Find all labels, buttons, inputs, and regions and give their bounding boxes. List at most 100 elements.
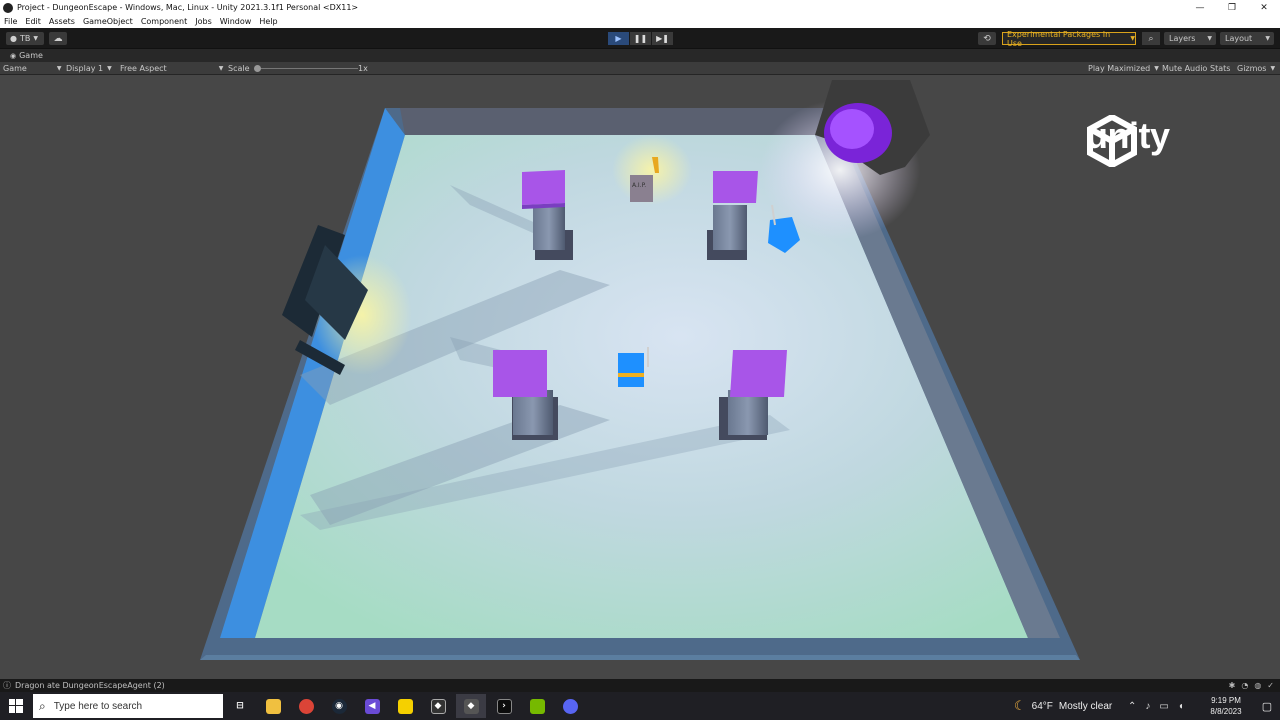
taskbar-search-input[interactable]	[53, 700, 204, 712]
chevron-down-icon: ▼	[218, 65, 224, 72]
menu-component[interactable]: Component	[141, 17, 187, 26]
task-view-icon: ⊟	[236, 701, 244, 711]
unity-editor-button[interactable]: ◆	[456, 694, 486, 718]
menu-jobs[interactable]: Jobs	[195, 17, 212, 26]
sign-text: A.I.P.	[632, 182, 647, 189]
status-bar: ⓘ Dragon ate DungeonEscapeAgent (2) ✱ ◔ …	[0, 679, 1280, 692]
window-controls: — ❐ ✕	[1184, 0, 1280, 15]
progress-icon[interactable]: ◔	[1241, 681, 1248, 690]
play-maximized-label: Play Maximized	[1088, 64, 1151, 73]
chevron-down-icon: ▼	[33, 35, 38, 42]
weather-temp: 64°F	[1031, 700, 1053, 712]
step-button[interactable]: ▶❚	[652, 32, 673, 45]
network-icon[interactable]: ▭	[1159, 701, 1168, 712]
menu-window[interactable]: Window	[220, 17, 252, 26]
start-button[interactable]	[0, 692, 32, 720]
chrome-icon	[298, 698, 314, 714]
status-icons: ✱ ◔ ◍ ✓	[1229, 679, 1274, 692]
steam-icon: ◉	[331, 698, 347, 714]
main-toolbar: ● TB ▼ ☁ ▶ ❚❚ ▶❚ ⟲ Experimental Packages…	[0, 28, 1280, 49]
folder-icon	[265, 698, 281, 714]
taskbar-search[interactable]: ⌕	[33, 694, 223, 718]
game-view-toolbar: Game ▼ Display 1 ▼ Free Aspect ▼ Scale 1…	[0, 62, 1280, 75]
notification-icon[interactable]: ▢	[1254, 692, 1280, 720]
volume-icon[interactable]: ◖	[1178, 701, 1184, 712]
system-clock[interactable]: 9:19 PM 8/8/2023	[1206, 695, 1246, 717]
sticky-notes-icon	[397, 698, 413, 714]
tab-game[interactable]: ◉ Game	[4, 49, 49, 62]
discord-icon	[562, 698, 578, 714]
scale-slider-handle[interactable]	[254, 65, 261, 72]
weather-text: Mostly clear	[1058, 700, 1113, 712]
window-titlebar: Project - DungeonEscape - Windows, Mac, …	[0, 0, 1280, 15]
chevron-down-icon: ▼	[56, 65, 62, 72]
lighting-icon[interactable]: ✱	[1229, 681, 1236, 690]
gizmos-dropdown[interactable]: Gizmos ▼	[1237, 62, 1275, 75]
menu-assets[interactable]: Assets	[49, 17, 75, 26]
scale-slider-track[interactable]	[258, 68, 358, 69]
steam-button[interactable]: ◉	[324, 694, 354, 718]
layers-label: Layers	[1169, 34, 1196, 43]
menu-file[interactable]: File	[4, 17, 17, 26]
game-view-icon: ◉	[10, 51, 17, 60]
account-label: TB	[19, 34, 31, 43]
menu-edit[interactable]: Edit	[25, 17, 41, 26]
view-mode-dropdown[interactable]: Game ▼	[3, 62, 61, 75]
unity-hub-icon: ◆	[430, 698, 446, 714]
agent-center	[618, 347, 649, 387]
unity-logo: unity	[1086, 115, 1170, 167]
view-mode-label: Game	[3, 64, 27, 73]
aspect-label: Free Aspect	[120, 64, 167, 73]
cloud-icon[interactable]: ☁	[49, 32, 67, 45]
stats-toggle[interactable]: Stats	[1210, 62, 1230, 75]
visual-studio-icon: ◀	[364, 698, 380, 714]
nvidia-icon	[529, 698, 545, 714]
menu-help[interactable]: Help	[259, 17, 277, 26]
close-button[interactable]: ✕	[1248, 0, 1280, 15]
status-message[interactable]: Dragon ate DungeonEscapeAgent (2)	[15, 681, 165, 690]
weather-widget[interactable]: ☾ 64°F Mostly clear	[1014, 692, 1112, 720]
nvidia-button[interactable]	[522, 694, 552, 718]
aspect-dropdown[interactable]: Free Aspect ▼	[120, 62, 223, 75]
chevron-up-icon[interactable]: ⌃	[1128, 701, 1136, 712]
pause-button[interactable]: ❚❚	[630, 32, 651, 45]
vs-button[interactable]: ◀	[357, 694, 387, 718]
chevron-down-icon: ▼	[1130, 35, 1135, 42]
layers-dropdown[interactable]: Layers ▼	[1164, 32, 1216, 45]
play-maximized-dropdown[interactable]: Play Maximized ▼	[1088, 62, 1159, 75]
minimize-button[interactable]: —	[1184, 0, 1216, 15]
experimental-packages-dropdown[interactable]: Experimental Packages In Use ▼	[1002, 30, 1136, 48]
check-icon[interactable]: ✓	[1267, 681, 1274, 690]
account-icon: ●	[10, 34, 17, 43]
info-icon: ⓘ	[3, 681, 11, 690]
game-viewport[interactable]: A.I.P. unity	[0, 75, 1280, 679]
account-dropdown[interactable]: ● TB ▼	[6, 32, 44, 45]
file-explorer-button[interactable]	[258, 694, 288, 718]
cache-icon[interactable]: ◍	[1254, 681, 1261, 690]
search-icon[interactable]: ⌕	[1142, 32, 1160, 45]
terminal-button[interactable]: ›	[489, 694, 519, 718]
menu-bar: File Edit Assets GameObject Component Jo…	[0, 15, 1280, 28]
chrome-button[interactable]	[291, 694, 321, 718]
display-dropdown[interactable]: Display 1 ▼	[66, 62, 112, 75]
layout-dropdown[interactable]: Layout ▼	[1220, 32, 1274, 45]
moon-icon: ☾	[1014, 698, 1026, 713]
scale-label: Scale	[228, 64, 250, 73]
scale-value: 1x	[358, 64, 368, 73]
mute-audio-toggle[interactable]: Mute Audio	[1162, 62, 1207, 75]
play-controls: ▶ ❚❚ ▶❚	[608, 32, 673, 45]
task-view-button[interactable]: ⊟	[225, 694, 255, 718]
windows-taskbar: ⌕ ⊟ ◉ ◀ ◆ ◆ › ☾ 64°F Mostly clear ⌃ ♪ ▭ …	[0, 692, 1280, 720]
play-button[interactable]: ▶	[608, 32, 629, 45]
maximize-button[interactable]: ❐	[1216, 0, 1248, 15]
discord-button[interactable]	[555, 694, 585, 718]
unity-hub-button[interactable]: ◆	[423, 694, 453, 718]
sticky-notes-button[interactable]	[390, 694, 420, 718]
microphone-icon[interactable]: ♪	[1145, 701, 1150, 712]
menu-gameobject[interactable]: GameObject	[83, 17, 133, 26]
clock-date: 8/8/2023	[1210, 707, 1242, 716]
unity-app-icon	[3, 2, 13, 13]
display-label: Display 1	[66, 64, 104, 73]
history-icon[interactable]: ⟲	[978, 32, 996, 45]
game-tab-bar: ◉ Game	[0, 49, 1280, 62]
